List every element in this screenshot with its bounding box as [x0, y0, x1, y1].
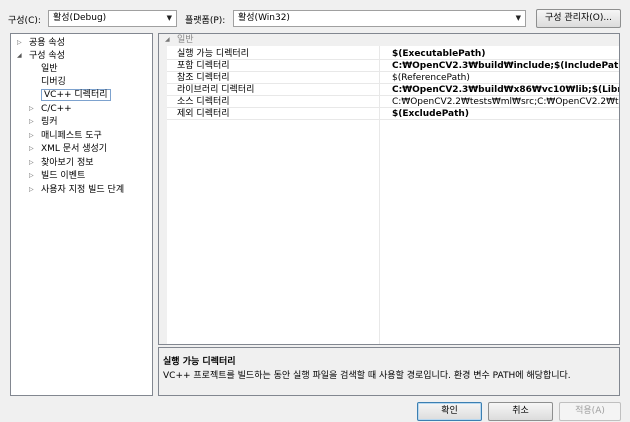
property-name: 라이브러리 디렉터리: [177, 85, 255, 95]
tree-item[interactable]: 공용 속성: [29, 37, 65, 49]
tree-item[interactable]: VC++ 디렉터리: [41, 89, 111, 101]
config-manager-button[interactable]: 구성 관리자(O)...: [536, 9, 621, 28]
grid-category-header[interactable]: ◢ 일반: [159, 34, 619, 46]
chevron-down-icon: ▼: [515, 14, 521, 22]
property-name: 실행 가능 디렉터리: [177, 49, 249, 59]
property-row[interactable]: 소스 디렉터리 C:₩OpenCV2.2₩tests₩ml₩src;C:₩Open…: [167, 96, 619, 108]
property-name: 참조 디렉터리: [177, 73, 230, 83]
property-value[interactable]: $(ExcludePath): [392, 108, 619, 120]
apply-button[interactable]: 적용(A): [559, 402, 621, 421]
grid-category-label: 일반: [177, 35, 194, 45]
collapse-icon[interactable]: ◢: [165, 34, 170, 46]
tree-item[interactable]: 매니페스트 도구: [41, 130, 102, 142]
tree-item[interactable]: 빌드 이벤트: [41, 170, 85, 182]
tree-item[interactable]: 찾아보기 정보: [41, 157, 94, 169]
property-row[interactable]: 참조 디렉터리 $(ReferencePath): [167, 72, 619, 84]
platform-dropdown-value: 활성(Win32): [238, 13, 290, 23]
ok-button[interactable]: 확인: [417, 402, 482, 421]
property-name: 포함 디렉터리: [177, 61, 230, 71]
collapsed-arrow-icon[interactable]: ▷: [29, 103, 37, 115]
collapsed-arrow-icon[interactable]: ▷: [29, 116, 37, 128]
config-dropdown[interactable]: 활성(Debug) ▼: [48, 10, 177, 27]
property-row[interactable]: 실행 가능 디렉터리 $(ExecutablePath): [167, 48, 619, 60]
property-value[interactable]: C:₩OpenCV2.2₩tests₩ml₩src;C:₩OpenCV2.2₩t…: [392, 96, 619, 108]
collapsed-arrow-icon[interactable]: ▷: [29, 130, 37, 142]
property-tree[interactable]: ▷ 공용 속성 ◢ 구성 속성 일반 디버깅 VC++ 디렉터리 ▷ C/C++ ▷ 링커 ▷ 매니페스…: [10, 33, 153, 396]
property-row[interactable]: 라이브러리 디렉터리 C:₩OpenCV2.3₩build₩x86₩vc10₩li…: [167, 84, 619, 96]
collapsed-arrow-icon[interactable]: ▷: [29, 157, 37, 169]
collapsed-arrow-icon[interactable]: ▷: [29, 170, 37, 182]
property-grid[interactable]: ◢ 일반 실행 가능 디렉터리 $(ExecutablePath) 포함 디렉터리 C…: [158, 33, 620, 345]
property-value[interactable]: C:₩OpenCV2.3₩build₩include;$(IncludePath…: [392, 60, 619, 72]
collapsed-arrow-icon[interactable]: ▷: [29, 143, 37, 155]
property-row[interactable]: 제외 디렉터리 $(ExcludePath): [167, 108, 619, 120]
tree-item[interactable]: 사용자 지정 빌드 단계: [41, 184, 124, 196]
expanded-arrow-icon[interactable]: ◢: [17, 50, 25, 62]
grid-gutter: [159, 46, 167, 344]
tree-item[interactable]: 디버깅: [41, 76, 66, 88]
collapsed-arrow-icon[interactable]: ▷: [29, 184, 37, 196]
config-dropdown-value: 활성(Debug): [53, 13, 107, 23]
description-panel: 실행 가능 디렉터리 VC++ 프로젝트를 빌드하는 동안 실행 파일을 검색할…: [158, 347, 620, 396]
tree-item[interactable]: 링커: [41, 116, 58, 128]
cancel-button[interactable]: 취소: [488, 402, 553, 421]
property-name: 제외 디렉터리: [177, 109, 230, 119]
property-row[interactable]: 포함 디렉터리 C:₩OpenCV2.3₩build₩include;$(Incl…: [167, 60, 619, 72]
config-label: 구성(C):: [8, 16, 41, 26]
platform-dropdown[interactable]: 활성(Win32) ▼: [233, 10, 526, 27]
property-value[interactable]: $(ExecutablePath): [392, 48, 619, 60]
tree-item[interactable]: XML 문서 생성기: [41, 143, 107, 155]
chevron-down-icon: ▼: [166, 14, 172, 22]
tree-item[interactable]: C/C++: [41, 103, 72, 115]
property-value[interactable]: $(ReferencePath): [392, 72, 619, 84]
tree-item[interactable]: 일반: [41, 63, 58, 75]
description-text: VC++ 프로젝트를 빌드하는 동안 실행 파일을 검색할 때 사용할 경로입니…: [163, 371, 571, 381]
description-title: 실행 가능 디렉터리: [163, 357, 236, 367]
property-value[interactable]: C:₩OpenCV2.3₩build₩x86₩vc10₩lib;$(Librar…: [392, 84, 619, 96]
platform-label: 플랫폼(P):: [185, 16, 226, 26]
collapsed-arrow-icon[interactable]: ▷: [17, 37, 25, 49]
property-name: 소스 디렉터리: [177, 97, 230, 107]
tree-item[interactable]: 구성 속성: [29, 50, 65, 62]
